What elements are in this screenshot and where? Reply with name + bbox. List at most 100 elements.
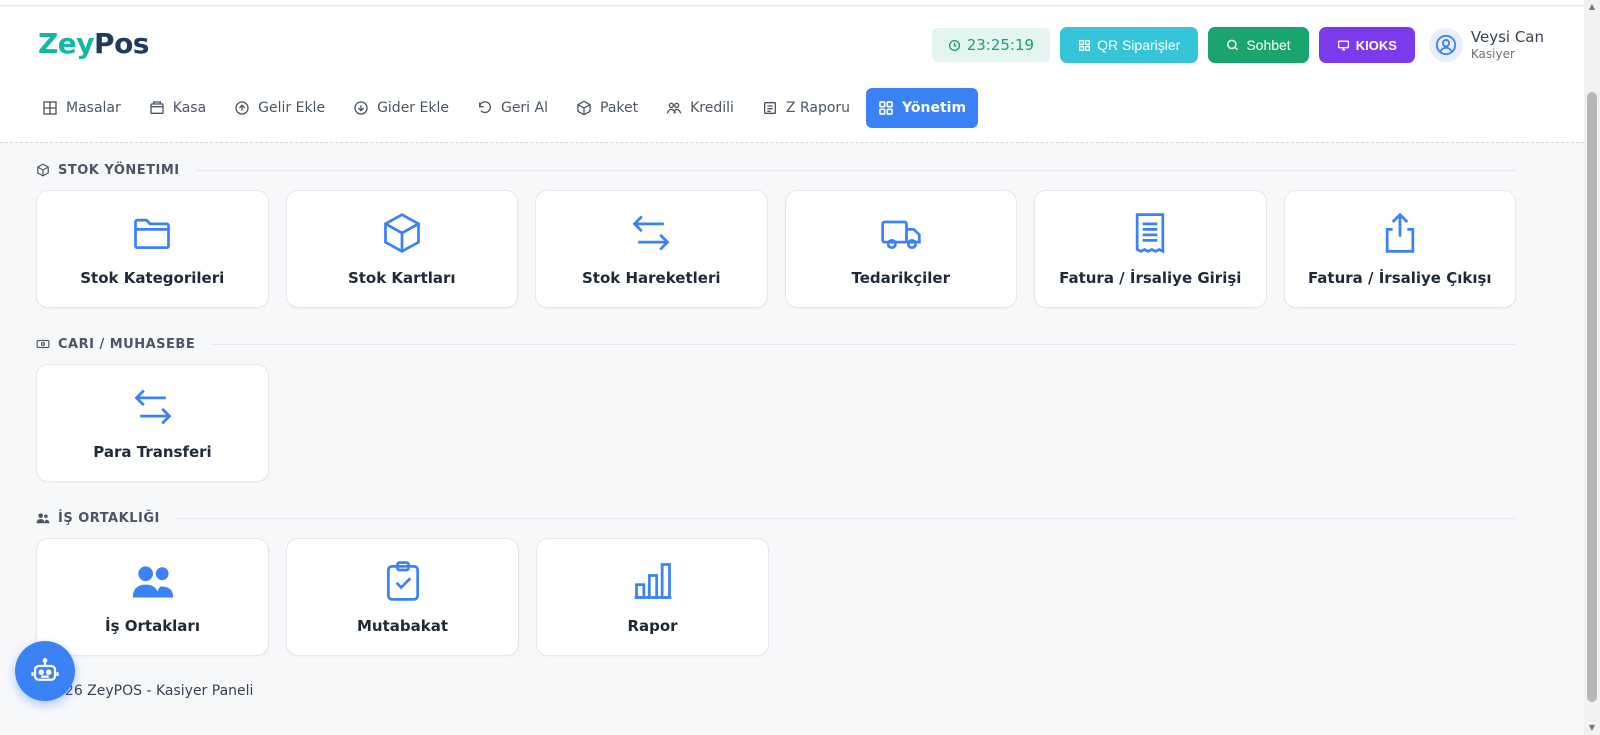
card-stok-kartlari[interactable]: Stok Kartları — [285, 190, 518, 308]
card-rapor[interactable]: Rapor — [536, 538, 769, 656]
package-icon — [577, 100, 591, 116]
user-name: Veysi Can — [1470, 28, 1544, 46]
invoice-icon — [1136, 213, 1165, 254]
cash-register-icon — [150, 101, 164, 114]
qr-orders-label: QR Siparişler — [1097, 37, 1181, 53]
bar-chart-icon — [634, 563, 671, 599]
section-is-ortakligi: İŞ ORTAKLIĞI — [36, 498, 1516, 538]
cari-cards: Para Transferi — [36, 364, 1516, 482]
top-header: ZeyPos 23:25:19 QR Siparişler Sohbet KIO… — [0, 7, 1584, 143]
logo-part2: Pos — [94, 27, 149, 60]
card-tedarikciler[interactable]: Tedarikçiler — [784, 190, 1017, 308]
chat-label: Sohbet — [1246, 37, 1291, 53]
qr-orders-button[interactable]: QR Siparişler — [1060, 27, 1199, 63]
chat-icon — [1227, 39, 1239, 51]
cube-icon — [37, 163, 49, 177]
undo-icon — [478, 101, 491, 114]
nav-label: Gider Ekle — [377, 100, 449, 116]
clock-badge: 23:25:19 — [931, 28, 1051, 62]
card-label: Fatura / İrsaliye Girişi — [1059, 269, 1242, 287]
truck-icon — [881, 220, 921, 250]
card-stok-hareketleri[interactable]: Stok Hareketleri — [535, 190, 768, 308]
clock-time: 23:25:19 — [966, 36, 1035, 54]
card-label: Tedarikçiler — [851, 269, 951, 287]
window-top-bar — [0, 0, 1584, 6]
users-icon — [666, 102, 682, 114]
section-divider — [211, 343, 1516, 345]
nav-label: Kasa — [172, 100, 207, 116]
folder-icon — [134, 218, 171, 250]
card-label: Para Transferi — [93, 443, 212, 461]
zeypos-logo[interactable]: ZeyPos — [38, 27, 149, 60]
nav-geri-al[interactable]: Geri Al — [465, 88, 560, 128]
section-stok-yonetimi: STOK YÖNETIMI — [36, 150, 1516, 190]
nav-kasa[interactable]: Kasa — [137, 88, 218, 128]
share-upload-icon — [1385, 212, 1414, 253]
clock-icon — [948, 39, 960, 51]
nav-z-raporu[interactable]: Z Raporu — [750, 88, 862, 128]
clipboard-check-icon — [386, 561, 419, 601]
nav-label: Masalar — [66, 100, 121, 116]
user-circle-icon — [1435, 34, 1456, 56]
section-cari-muhasebe: CARI / MUHASEBE — [36, 324, 1516, 364]
scroll-up-arrow[interactable]: ▲ — [1587, 2, 1597, 12]
card-fatura-cikisi[interactable]: Fatura / İrsaliye Çıkışı — [1283, 190, 1516, 308]
people-icon — [36, 513, 50, 524]
dashboard-icon — [879, 101, 893, 115]
card-para-transferi[interactable]: Para Transferi — [36, 364, 269, 482]
card-is-ortaklari[interactable]: İş Ortakları — [36, 538, 269, 656]
nav-yonetim[interactable]: Yönetim — [866, 88, 979, 128]
nav-label: Geri Al — [500, 100, 548, 116]
stok-cards: Stok Kategorileri Stok Kartları Stok Har… — [36, 190, 1516, 308]
nav-paket[interactable]: Paket — [564, 88, 650, 128]
section-divider — [195, 169, 1516, 171]
kiosk-button[interactable]: KIOKS — [1318, 27, 1415, 63]
card-fatura-girisi[interactable]: Fatura / İrsaliye Girişi — [1034, 190, 1267, 308]
money-icon — [36, 339, 50, 349]
nav-label: Z Raporu — [785, 100, 851, 116]
nav-label: Gelir Ekle — [258, 100, 326, 116]
footer-text: 026 ZeyPOS - Kasiyer Paneli — [56, 683, 254, 699]
card-label: Stok Kartları — [347, 269, 456, 287]
section-divider — [175, 517, 1516, 519]
receipt-icon — [763, 102, 776, 114]
scroll-thumb[interactable] — [1587, 92, 1597, 702]
arrow-down-circle-icon — [354, 101, 368, 115]
header-actions: 23:25:19 QR Siparişler Sohbet KIOKS Veys… — [931, 27, 1544, 63]
section-title-text: STOK YÖNETIMI — [58, 162, 180, 178]
nav-gelir-ekle[interactable]: Gelir Ekle — [222, 88, 337, 128]
user-role: Kasiyer — [1470, 47, 1515, 61]
robot-icon — [31, 658, 59, 681]
nav-label: Paket — [600, 100, 639, 116]
user-info: Veysi Can Kasiyer — [1471, 28, 1544, 62]
nav-label: Yönetim — [902, 100, 967, 116]
user-menu[interactable]: Veysi Can Kasiyer — [1428, 28, 1544, 62]
card-label: Fatura / İrsaliye Çıkışı — [1307, 269, 1492, 287]
vertical-scrollbar[interactable]: ▲ ▼ — [1584, 0, 1600, 735]
assistant-bot-button[interactable] — [15, 641, 75, 701]
card-label: Stok Hareketleri — [582, 269, 721, 287]
nav-label: Kredili — [690, 100, 734, 116]
transfer-arrows-icon — [632, 215, 670, 251]
is-ortakligi-cards: İş Ortakları Mutabakat Rapor — [36, 538, 1516, 656]
monitor-icon — [1337, 39, 1349, 51]
grid-icon — [43, 101, 57, 115]
avatar — [1428, 28, 1463, 62]
kiosk-label: KIOKS — [1355, 37, 1397, 53]
card-mutabakat[interactable]: Mutabakat — [286, 538, 519, 656]
qr-icon — [1079, 39, 1091, 51]
transfer-arrows-icon — [134, 389, 171, 425]
nav-masalar[interactable]: Masalar — [30, 88, 133, 128]
card-label: Mutabakat — [356, 617, 449, 635]
chat-button[interactable]: Sohbet — [1208, 27, 1309, 63]
section-title-text: İŞ ORTAKLIĞI — [58, 510, 160, 526]
card-stok-kategorileri[interactable]: Stok Kategorileri — [36, 190, 269, 308]
card-label: Rapor — [627, 617, 678, 635]
logo-part1: Zey — [38, 27, 95, 60]
card-label: İş Ortakları — [105, 617, 200, 635]
scroll-down-arrow[interactable]: ▼ — [1587, 723, 1597, 733]
nav-kredili[interactable]: Kredili — [654, 88, 746, 128]
card-label: Stok Kategorileri — [80, 269, 225, 287]
nav-gider-ekle[interactable]: Gider Ekle — [341, 88, 461, 128]
main-nav: Masalar Kasa Gelir Ekle Gider Ekle Geri … — [30, 88, 979, 128]
